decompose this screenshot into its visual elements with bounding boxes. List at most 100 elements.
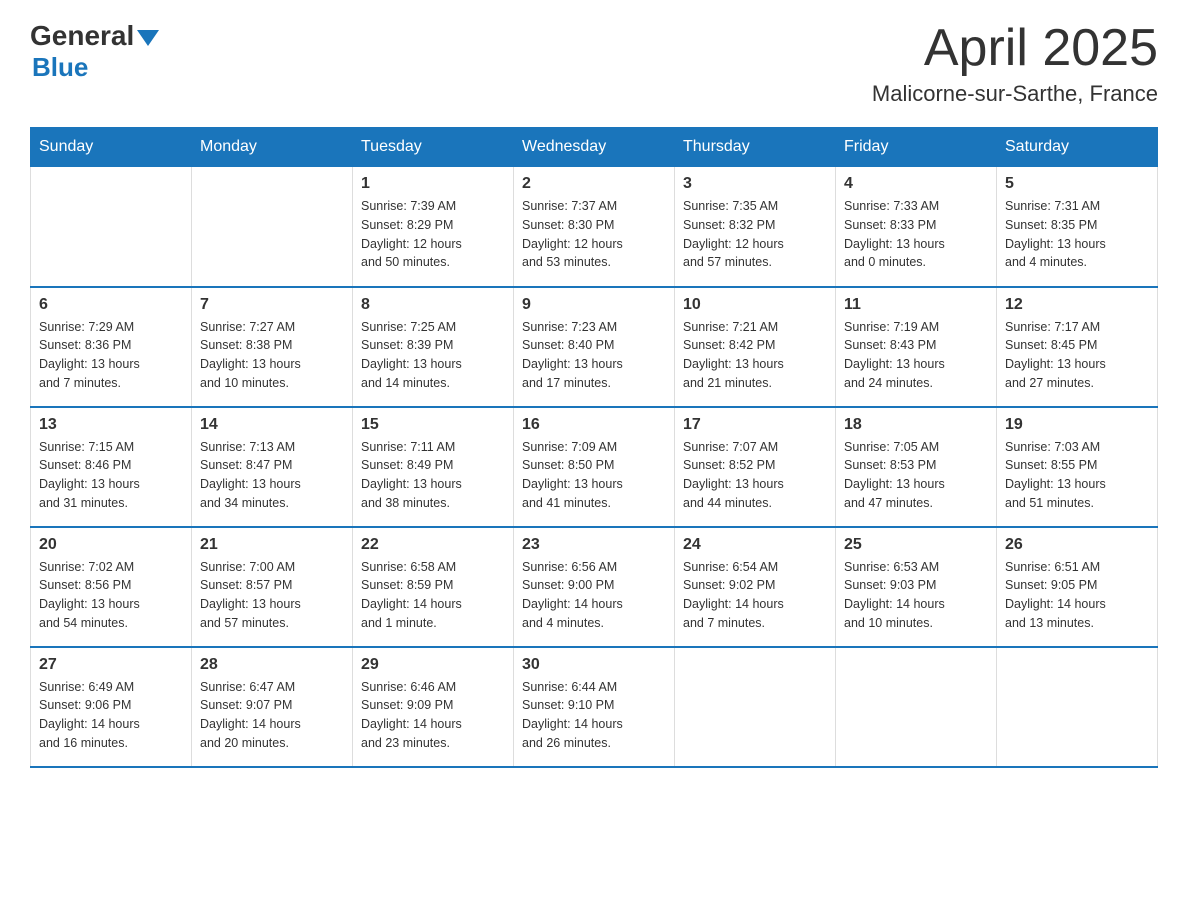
day-number: 20 (39, 536, 183, 554)
day-number: 17 (683, 416, 827, 434)
day-info: Sunrise: 6:46 AM Sunset: 9:09 PM Dayligh… (361, 678, 505, 753)
day-number: 2 (522, 175, 666, 193)
day-number: 22 (361, 536, 505, 554)
weekday-header-friday: Friday (836, 128, 997, 167)
day-info: Sunrise: 7:39 AM Sunset: 8:29 PM Dayligh… (361, 197, 505, 272)
day-number: 1 (361, 175, 505, 193)
weekday-header-saturday: Saturday (997, 128, 1158, 167)
calendar-cell: 2 Sunrise: 7:37 AM Sunset: 8:30 PM Daylig… (514, 167, 675, 287)
calendar-cell: 7 Sunrise: 7:27 AM Sunset: 8:38 PM Daylig… (192, 287, 353, 407)
day-number: 7 (200, 296, 344, 314)
calendar-cell: 28 Sunrise: 6:47 AM Sunset: 9:07 PM Dayli… (192, 647, 353, 767)
calendar-cell: 10 Sunrise: 7:21 AM Sunset: 8:42 PM Dayli… (675, 287, 836, 407)
day-number: 27 (39, 656, 183, 674)
day-number: 4 (844, 175, 988, 193)
calendar-cell: 5Sunrise: 7:31 AM Sunset: 8:35 PM Daylig… (997, 167, 1158, 287)
calendar-cell (31, 167, 192, 287)
calendar-cell: 6 Sunrise: 7:29 AM Sunset: 8:36 PM Daylig… (31, 287, 192, 407)
day-info: Sunrise: 7:21 AM Sunset: 8:42 PM Dayligh… (683, 318, 827, 393)
calendar-header: SundayMondayTuesdayWednesdayThursdayFrid… (31, 128, 1158, 167)
week-row-5: 27Sunrise: 6:49 AM Sunset: 9:06 PM Dayli… (31, 647, 1158, 767)
day-info: Sunrise: 7:13 AM Sunset: 8:47 PM Dayligh… (200, 438, 344, 513)
day-info: Sunrise: 7:29 AM Sunset: 8:36 PM Dayligh… (39, 318, 183, 393)
day-info: Sunrise: 7:23 AM Sunset: 8:40 PM Dayligh… (522, 318, 666, 393)
day-number: 14 (200, 416, 344, 434)
weekday-header-tuesday: Tuesday (353, 128, 514, 167)
day-info: Sunrise: 6:56 AM Sunset: 9:00 PM Dayligh… (522, 558, 666, 633)
day-number: 6 (39, 296, 183, 314)
week-row-3: 13 Sunrise: 7:15 AM Sunset: 8:46 PM Dayli… (31, 407, 1158, 527)
calendar-cell: 20Sunrise: 7:02 AM Sunset: 8:56 PM Dayli… (31, 527, 192, 647)
day-number: 24 (683, 536, 827, 554)
day-number: 16 (522, 416, 666, 434)
day-number: 11 (844, 296, 988, 314)
day-number: 21 (200, 536, 344, 554)
calendar-cell: 11 Sunrise: 7:19 AM Sunset: 8:43 PM Dayli… (836, 287, 997, 407)
day-info: Sunrise: 7:19 AM Sunset: 8:43 PM Dayligh… (844, 318, 988, 393)
calendar-cell: 21 Sunrise: 7:00 AM Sunset: 8:57 PM Dayli… (192, 527, 353, 647)
day-number: 25 (844, 536, 988, 554)
day-number: 9 (522, 296, 666, 314)
calendar-cell: 12Sunrise: 7:17 AM Sunset: 8:45 PM Dayli… (997, 287, 1158, 407)
day-info: Sunrise: 6:47 AM Sunset: 9:07 PM Dayligh… (200, 678, 344, 753)
weekday-header-monday: Monday (192, 128, 353, 167)
week-row-4: 20Sunrise: 7:02 AM Sunset: 8:56 PM Dayli… (31, 527, 1158, 647)
day-info: Sunrise: 6:53 AM Sunset: 9:03 PM Dayligh… (844, 558, 988, 633)
week-row-1: 1 Sunrise: 7:39 AM Sunset: 8:29 PM Daylig… (31, 167, 1158, 287)
day-info: Sunrise: 7:11 AM Sunset: 8:49 PM Dayligh… (361, 438, 505, 513)
day-number: 23 (522, 536, 666, 554)
day-number: 3 (683, 175, 827, 193)
day-info: Sunrise: 7:37 AM Sunset: 8:30 PM Dayligh… (522, 197, 666, 272)
week-row-2: 6 Sunrise: 7:29 AM Sunset: 8:36 PM Daylig… (31, 287, 1158, 407)
calendar-cell: 8 Sunrise: 7:25 AM Sunset: 8:39 PM Daylig… (353, 287, 514, 407)
day-info: Sunrise: 7:33 AM Sunset: 8:33 PM Dayligh… (844, 197, 988, 272)
calendar-cell: 26 Sunrise: 6:51 AM Sunset: 9:05 PM Dayli… (997, 527, 1158, 647)
logo-triangle-icon (137, 30, 159, 46)
day-info: Sunrise: 7:15 AM Sunset: 8:46 PM Dayligh… (39, 438, 183, 513)
calendar-cell: 16Sunrise: 7:09 AM Sunset: 8:50 PM Dayli… (514, 407, 675, 527)
logo-text-general: General (30, 20, 134, 52)
calendar-cell: 22 Sunrise: 6:58 AM Sunset: 8:59 PM Dayli… (353, 527, 514, 647)
day-number: 26 (1005, 536, 1149, 554)
weekday-header-thursday: Thursday (675, 128, 836, 167)
calendar-cell (997, 647, 1158, 767)
day-info: Sunrise: 7:27 AM Sunset: 8:38 PM Dayligh… (200, 318, 344, 393)
day-info: Sunrise: 6:51 AM Sunset: 9:05 PM Dayligh… (1005, 558, 1149, 633)
day-number: 18 (844, 416, 988, 434)
calendar-cell (192, 167, 353, 287)
day-number: 5 (1005, 175, 1149, 193)
calendar-body: 1 Sunrise: 7:39 AM Sunset: 8:29 PM Daylig… (31, 167, 1158, 767)
day-info: Sunrise: 7:05 AM Sunset: 8:53 PM Dayligh… (844, 438, 988, 513)
day-number: 10 (683, 296, 827, 314)
logo: General Blue (30, 20, 159, 83)
day-number: 12 (1005, 296, 1149, 314)
calendar-cell: 4 Sunrise: 7:33 AM Sunset: 8:33 PM Daylig… (836, 167, 997, 287)
day-number: 13 (39, 416, 183, 434)
weekday-header-sunday: Sunday (31, 128, 192, 167)
logo-text-blue: Blue (32, 52, 88, 83)
calendar-cell: 15 Sunrise: 7:11 AM Sunset: 8:49 PM Dayli… (353, 407, 514, 527)
day-number: 29 (361, 656, 505, 674)
day-number: 15 (361, 416, 505, 434)
day-number: 28 (200, 656, 344, 674)
title-section: April 2025 Malicorne-sur-Sarthe, France (872, 20, 1158, 107)
day-number: 8 (361, 296, 505, 314)
calendar-cell: 3 Sunrise: 7:35 AM Sunset: 8:32 PM Daylig… (675, 167, 836, 287)
day-number: 30 (522, 656, 666, 674)
day-info: Sunrise: 7:25 AM Sunset: 8:39 PM Dayligh… (361, 318, 505, 393)
day-info: Sunrise: 7:35 AM Sunset: 8:32 PM Dayligh… (683, 197, 827, 272)
calendar-cell: 25 Sunrise: 6:53 AM Sunset: 9:03 PM Dayli… (836, 527, 997, 647)
calendar-cell: 13 Sunrise: 7:15 AM Sunset: 8:46 PM Dayli… (31, 407, 192, 527)
month-title: April 2025 (872, 20, 1158, 77)
day-info: Sunrise: 7:00 AM Sunset: 8:57 PM Dayligh… (200, 558, 344, 633)
day-number: 19 (1005, 416, 1149, 434)
day-info: Sunrise: 6:58 AM Sunset: 8:59 PM Dayligh… (361, 558, 505, 633)
day-info: Sunrise: 7:03 AM Sunset: 8:55 PM Dayligh… (1005, 438, 1149, 513)
location-title: Malicorne-sur-Sarthe, France (872, 81, 1158, 107)
calendar-cell: 18 Sunrise: 7:05 AM Sunset: 8:53 PM Dayli… (836, 407, 997, 527)
calendar-cell (675, 647, 836, 767)
calendar-cell: 27Sunrise: 6:49 AM Sunset: 9:06 PM Dayli… (31, 647, 192, 767)
calendar-cell: 17Sunrise: 7:07 AM Sunset: 8:52 PM Dayli… (675, 407, 836, 527)
calendar-cell: 19 Sunrise: 7:03 AM Sunset: 8:55 PM Dayli… (997, 407, 1158, 527)
page-header: General Blue April 2025 Malicorne-sur-Sa… (30, 20, 1158, 107)
